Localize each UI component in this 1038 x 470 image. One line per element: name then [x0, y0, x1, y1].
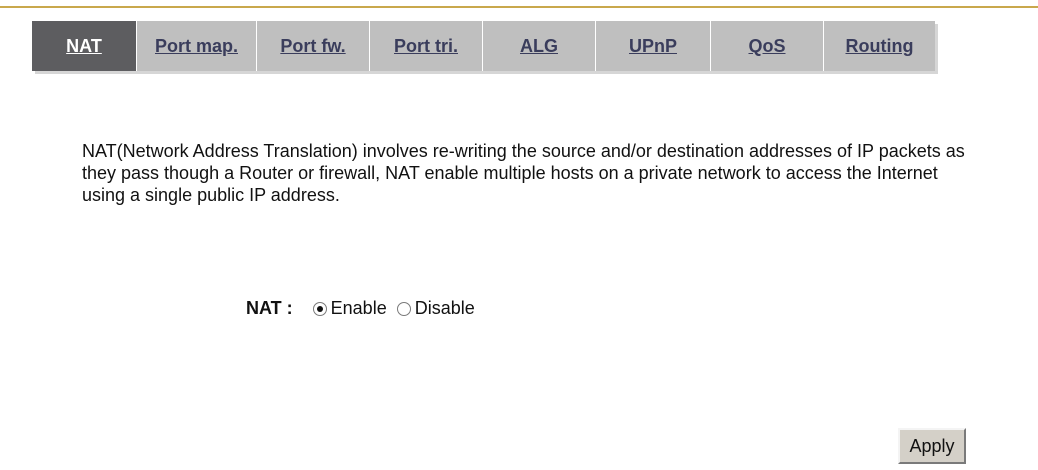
- nat-setting-row: NAT : Enable Disable: [246, 298, 485, 319]
- apply-button[interactable]: Apply: [898, 428, 966, 464]
- tab-bar: NAT Port map. Port fw. Port tri. ALG UPn…: [32, 21, 935, 71]
- nat-description: NAT(Network Address Translation) involve…: [82, 141, 965, 205]
- nat-enable-label[interactable]: Enable: [331, 298, 387, 319]
- tab-port-tri[interactable]: Port tri.: [370, 21, 483, 71]
- tab-port-map[interactable]: Port map.: [137, 21, 257, 71]
- nat-disable-label[interactable]: Disable: [415, 298, 475, 319]
- tab-port-fw[interactable]: Port fw.: [257, 21, 370, 71]
- tab-qos[interactable]: QoS: [711, 21, 824, 71]
- page: NAT Port map. Port fw. Port tri. ALG UPn…: [0, 0, 1038, 470]
- nat-label: NAT :: [246, 298, 293, 318]
- tab-upnp[interactable]: UPnP: [596, 21, 711, 71]
- tab-routing[interactable]: Routing: [824, 21, 935, 71]
- tab-list: NAT Port map. Port fw. Port tri. ALG UPn…: [32, 21, 935, 71]
- tab-nat[interactable]: NAT: [32, 21, 137, 71]
- tab-alg[interactable]: ALG: [483, 21, 596, 71]
- top-divider: [0, 6, 1038, 8]
- nat-disable-radio[interactable]: [396, 301, 411, 316]
- nat-enable-radio[interactable]: [312, 301, 327, 316]
